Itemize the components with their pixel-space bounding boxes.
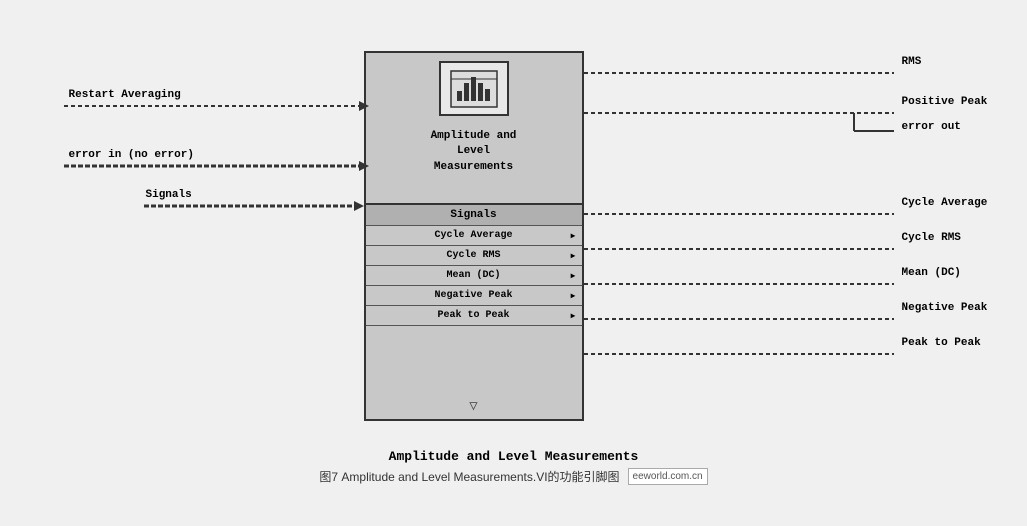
watermark: eeworld.com.cn [628, 468, 708, 485]
scroll-indicator: ▽ [469, 398, 477, 415]
caption-area: Amplitude and Level Measurements 图7 Ampl… [319, 449, 707, 485]
caption-title: Amplitude and Level Measurements [319, 449, 707, 464]
rms-connector [584, 63, 904, 83]
mean-dc-out-label: Mean (DC) [902, 267, 961, 279]
peak-to-peak-row: Peak to Peak [366, 306, 582, 326]
signals-section: Signals Cycle Average Cycle RMS Mean (DC… [366, 203, 582, 326]
block-title: Amplitude and Level Measurements [366, 125, 582, 179]
waveform-icon [449, 69, 499, 109]
cycle-rms-connector [584, 239, 904, 259]
positive-peak-label: Positive Peak [902, 96, 988, 108]
signals-row: Signals [366, 203, 582, 226]
negative-peak-out-label: Negative Peak [902, 302, 988, 314]
peak-to-peak-connector [584, 344, 904, 364]
vi-icon-area [439, 61, 509, 116]
negative-peak-connector [584, 309, 904, 329]
page-wrapper: Amplitude and Level Measurements Signals… [0, 0, 1027, 526]
cycle-average-out-label: Cycle Average [902, 197, 988, 209]
cycle-rms-row: Cycle RMS [366, 246, 582, 266]
caption-subtitle: 图7 Amplitude and Level Measurements.VI的功… [319, 468, 707, 485]
caption-text: 图7 Amplitude and Level Measurements.VI的功… [319, 468, 619, 485]
main-block: Amplitude and Level Measurements Signals… [364, 51, 584, 421]
cycle-average-row: Cycle Average [366, 226, 582, 246]
peak-to-peak-out-label: Peak to Peak [902, 337, 981, 349]
cycle-average-connector [584, 204, 904, 224]
rms-label: RMS [902, 56, 922, 68]
cycle-rms-out-label: Cycle RMS [902, 232, 961, 244]
signals-label: Signals [146, 189, 192, 201]
restart-averaging-label: Restart Averaging [69, 89, 181, 101]
diagram-area: Amplitude and Level Measurements Signals… [64, 41, 964, 441]
mean-dc-row: Mean (DC) [366, 266, 582, 286]
positive-peak-connector [584, 103, 904, 133]
negative-peak-row: Negative Peak [366, 286, 582, 306]
mean-dc-connector [584, 274, 904, 294]
error-in-label: error in (no error) [69, 149, 194, 161]
error-out-label: error out [902, 121, 961, 133]
